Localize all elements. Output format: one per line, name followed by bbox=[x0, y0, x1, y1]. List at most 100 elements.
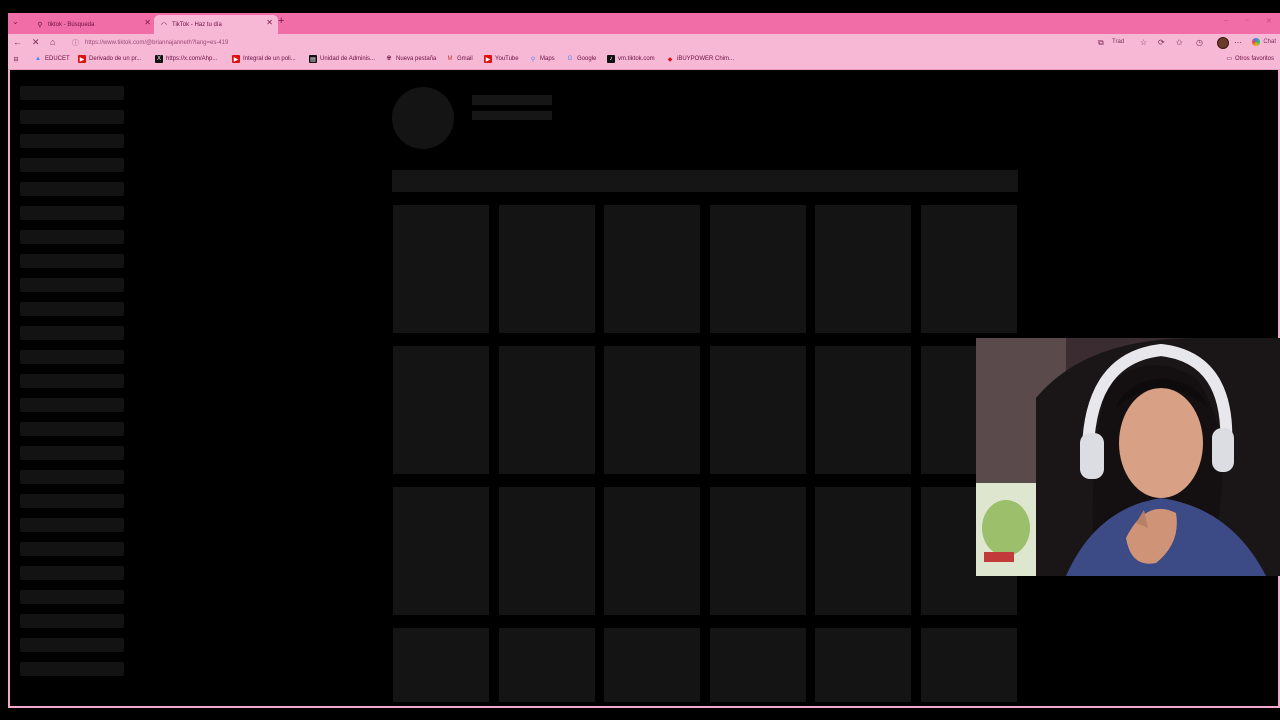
video-thumbnail-skeleton bbox=[498, 346, 595, 474]
bookmark-x-link[interactable]: Xhttps://x.com/Ahp... bbox=[155, 55, 217, 63]
video-thumbnail-skeleton bbox=[815, 628, 911, 702]
youtube-icon: ▶ bbox=[484, 55, 492, 63]
sidebar-item-skeleton bbox=[20, 638, 124, 652]
video-thumbnail-skeleton bbox=[498, 205, 595, 333]
video-thumbnail-skeleton bbox=[393, 205, 489, 333]
top-black-strip bbox=[0, 0, 1280, 12]
back-arrow-icon[interactable]: ← bbox=[13, 37, 22, 47]
bookmark-derivado[interactable]: ▶ Derivado de un pr... bbox=[78, 55, 141, 63]
bookmark-gmail[interactable]: M Gmail bbox=[446, 55, 473, 63]
sidebar-item-skeleton bbox=[20, 350, 124, 364]
tab-close-icon[interactable]: ✕ bbox=[266, 18, 273, 27]
favorite-star-icon[interactable]: ☆ bbox=[1140, 38, 1147, 47]
globe-icon: 🌐︎ bbox=[386, 55, 392, 62]
video-thumbnail-skeleton bbox=[604, 346, 700, 474]
folder-icon: ▭ bbox=[1226, 56, 1232, 62]
extensions-icon[interactable]: ⟳ bbox=[1158, 38, 1165, 47]
video-thumbnail-skeleton bbox=[393, 346, 489, 474]
chat-label: Chat bbox=[1263, 39, 1276, 45]
youtube-icon: ▶ bbox=[78, 55, 86, 63]
bookmark-unidad[interactable]: ▤ Unidad de Adminis... bbox=[309, 55, 375, 63]
maximize-icon[interactable]: ▫ bbox=[1246, 17, 1248, 24]
sidebar-item-skeleton bbox=[20, 470, 124, 484]
video-thumbnail-skeleton bbox=[815, 205, 911, 333]
webcam-overlay bbox=[976, 338, 1280, 576]
tab-label: tiktok - Búsqueda bbox=[48, 21, 95, 28]
video-thumbnail-skeleton bbox=[498, 487, 595, 615]
tab-label: TikTok - Haz tu día bbox=[172, 21, 222, 28]
copilot-chat-button[interactable]: Chat bbox=[1252, 38, 1276, 46]
sidebar-item-skeleton bbox=[20, 590, 124, 604]
favorites-icon[interactable]: ✩ bbox=[1176, 38, 1183, 47]
copilot-icon bbox=[1252, 38, 1261, 46]
close-window-icon[interactable]: ✕ bbox=[1266, 17, 1272, 25]
video-thumbnail-skeleton bbox=[393, 628, 489, 702]
video-thumbnail-skeleton bbox=[709, 205, 806, 333]
sidebar-item-skeleton bbox=[20, 566, 124, 580]
sidebar-item-skeleton bbox=[20, 398, 124, 412]
screen: ⌄ ⚲ tiktok - Búsqueda ✕ ◠ TikTok - Haz t… bbox=[0, 0, 1280, 720]
profile-handle-skeleton bbox=[472, 111, 552, 120]
video-thumbnail-skeleton bbox=[815, 487, 911, 615]
tab-tiktok-search[interactable]: ⚲ tiktok - Búsqueda ✕ bbox=[30, 15, 156, 34]
stop-loading-icon[interactable]: ✕ bbox=[32, 37, 40, 48]
video-thumbnail-skeleton bbox=[920, 628, 1017, 702]
minimize-icon[interactable]: – bbox=[1224, 17, 1228, 24]
open-in-app-icon[interactable]: ⧉ bbox=[1098, 38, 1104, 48]
browser-toolbar: ← ✕ ⌂ ⓘ https://www.tiktok.com/@briannaj… bbox=[8, 34, 1280, 52]
video-thumbnail-skeleton bbox=[920, 205, 1017, 333]
document-icon: ▤ bbox=[309, 55, 317, 63]
address-bar[interactable]: ⓘ https://www.tiktok.com/@briannajanneth… bbox=[66, 36, 1126, 50]
video-thumbnail-skeleton bbox=[709, 628, 806, 702]
bookmark-educet[interactable]: ▲ EDUCET bbox=[34, 55, 70, 63]
tiktok-icon: ♪ bbox=[607, 55, 615, 63]
webcam-image bbox=[976, 338, 1280, 576]
x-icon: X bbox=[155, 55, 163, 63]
sidebar-item-skeleton bbox=[20, 86, 124, 100]
video-thumbnail-skeleton bbox=[393, 487, 489, 615]
bookmark-maps[interactable]: ⚲ Maps bbox=[529, 55, 555, 63]
bookmark-ibuypower[interactable]: ◆ iBUYPOWER Chim... bbox=[666, 55, 734, 63]
video-thumbnail-skeleton bbox=[604, 628, 700, 702]
sidebar-item-skeleton bbox=[20, 614, 124, 628]
educet-icon: ▲ bbox=[35, 56, 41, 62]
video-thumbnail-skeleton bbox=[604, 487, 700, 615]
bookmark-vm-tiktok[interactable]: ♪ vm.tiktok.com bbox=[607, 55, 655, 63]
google-icon: G bbox=[567, 56, 573, 62]
new-tab-plus-icon[interactable]: + bbox=[278, 15, 284, 27]
video-thumbnail-skeleton bbox=[709, 346, 806, 474]
loading-spinner-icon: ◠ bbox=[160, 21, 168, 29]
bookmark-google[interactable]: G Google bbox=[566, 55, 597, 63]
sidebar-item-skeleton bbox=[20, 182, 124, 196]
browser-tab-bar: ⌄ ⚲ tiktok - Búsqueda ✕ ◠ TikTok - Haz t… bbox=[8, 13, 1280, 34]
search-icon: ⚲ bbox=[37, 21, 43, 29]
more-menu-icon[interactable]: ⋯ bbox=[1234, 38, 1242, 47]
bookmark-youtube[interactable]: ▶ YouTube bbox=[484, 55, 519, 63]
url-text: https://www.tiktok.com/@briannajanneth?l… bbox=[85, 40, 229, 46]
sidebar-item-skeleton bbox=[20, 374, 124, 388]
tab-close-icon[interactable]: ✕ bbox=[144, 18, 151, 27]
video-thumbnail-skeleton bbox=[815, 346, 911, 474]
profile-name-skeleton bbox=[472, 95, 552, 105]
sidebar-item-skeleton bbox=[20, 134, 124, 148]
bookmarks-toggle-icon[interactable]: ⊟ bbox=[12, 55, 23, 63]
bookmark-nueva-pestana[interactable]: 🌐︎ Nueva pestaña bbox=[385, 55, 437, 63]
sidebar-item-skeleton bbox=[20, 326, 124, 340]
sidebar-item-skeleton bbox=[20, 110, 124, 124]
home-icon[interactable]: ⌂ bbox=[50, 37, 55, 47]
site-info-icon[interactable]: ⓘ bbox=[72, 38, 79, 48]
sidebar-item-skeleton bbox=[20, 662, 124, 676]
sidebar-item-skeleton bbox=[20, 254, 124, 268]
tab-tiktok-profile[interactable]: ◠ TikTok - Haz tu día ✕ bbox=[154, 15, 278, 34]
sidebar-item-skeleton bbox=[20, 494, 124, 508]
sidebar-item-skeleton bbox=[20, 542, 124, 556]
translate-label[interactable]: Trad bbox=[1112, 39, 1124, 45]
video-thumbnail-skeleton bbox=[709, 487, 806, 615]
history-icon[interactable]: ◷ bbox=[1196, 38, 1203, 47]
bookmark-integral[interactable]: ▶ Integral de un poli... bbox=[232, 55, 296, 63]
other-favorites[interactable]: ▭ Otros favoritos bbox=[1226, 55, 1274, 63]
profile-avatar[interactable] bbox=[1217, 37, 1229, 49]
sidebar-item-skeleton bbox=[20, 158, 124, 172]
sidebar-item-skeleton bbox=[20, 422, 124, 436]
tab-search-menu-icon[interactable]: ⌄ bbox=[12, 17, 19, 26]
